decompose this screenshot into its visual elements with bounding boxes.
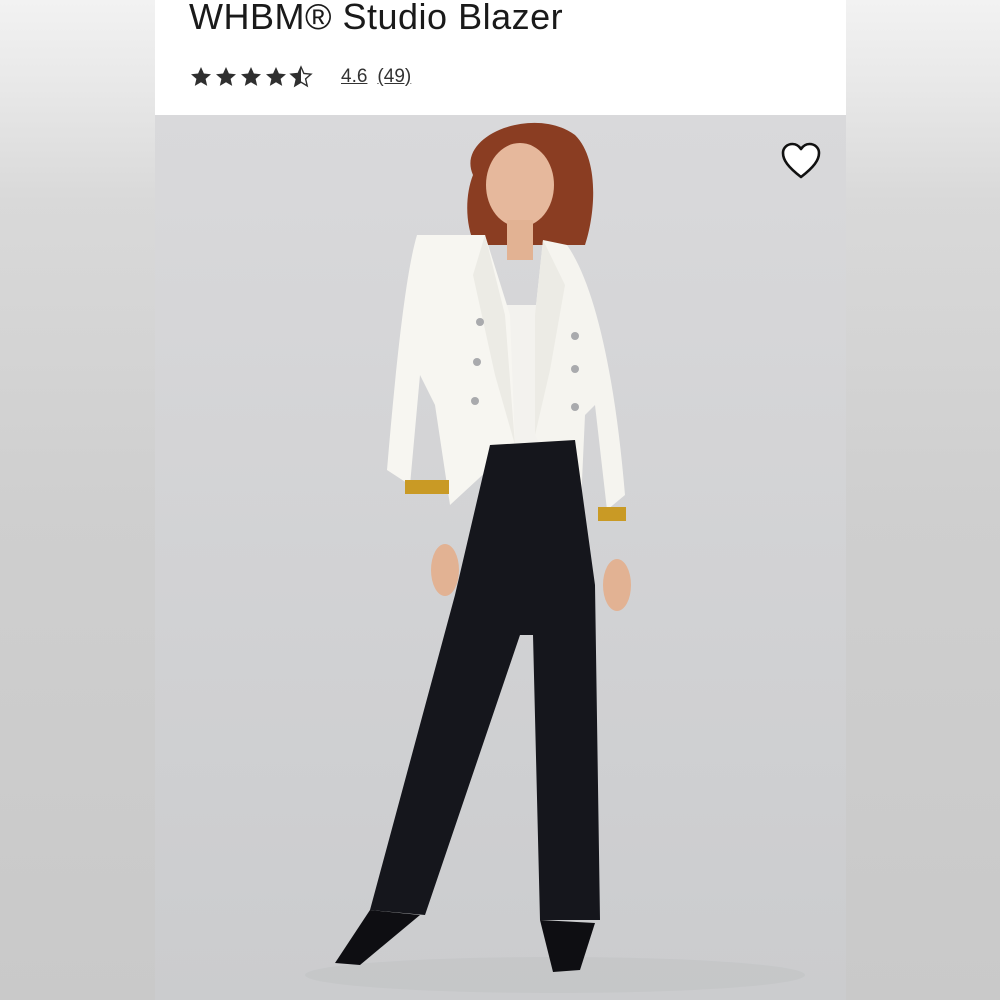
rating-value-link[interactable]: 4.6	[341, 66, 367, 88]
product-card: WHBM® Studio Blazer 4.6 (49)	[155, 0, 846, 1000]
favorite-button[interactable]	[779, 139, 823, 183]
star-icon	[239, 65, 263, 89]
product-title: WHBM® Studio Blazer	[189, 0, 564, 37]
half-star-icon	[289, 65, 313, 89]
model-photo-illustration	[155, 115, 846, 1000]
review-count-link[interactable]: (49)	[377, 66, 411, 88]
heart-outline-icon	[780, 141, 822, 181]
star-icon	[189, 65, 213, 89]
star-rating	[189, 65, 313, 89]
product-image[interactable]	[155, 115, 846, 1000]
product-header: WHBM® Studio Blazer 4.6 (49)	[155, 0, 846, 115]
rating-row: 4.6 (49)	[189, 62, 411, 92]
left-backdrop	[0, 0, 155, 1000]
star-icon	[214, 65, 238, 89]
star-icon	[264, 65, 288, 89]
right-backdrop	[846, 0, 1000, 1000]
